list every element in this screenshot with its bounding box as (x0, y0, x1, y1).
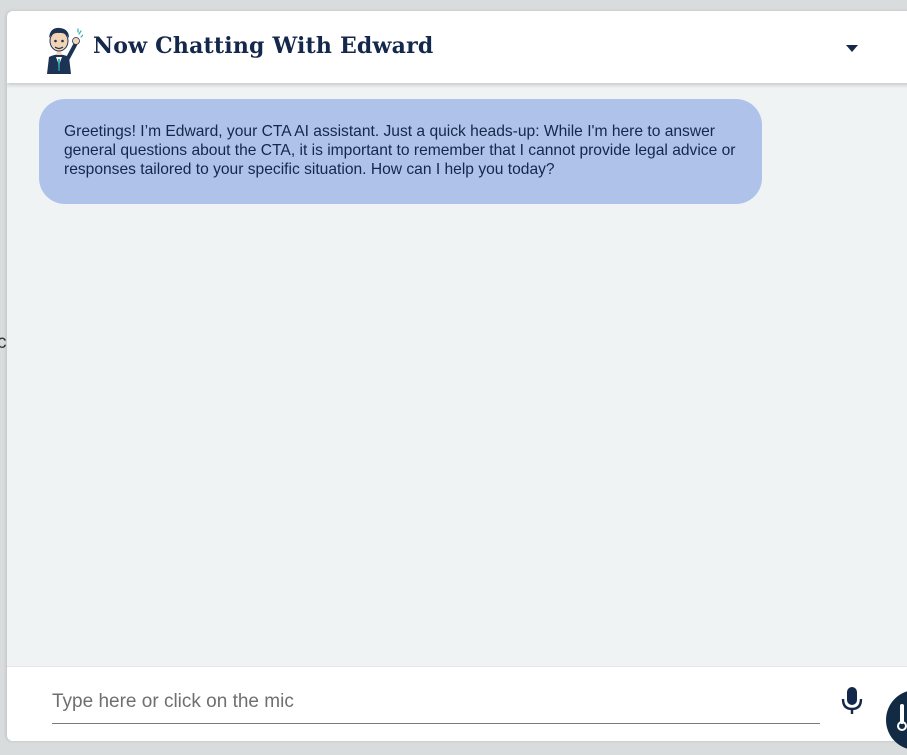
message-input[interactable] (52, 683, 820, 724)
caret-down-icon[interactable] (843, 41, 861, 55)
assistant-message-bubble: Greetings! I’m Edward, your CTA AI assis… (39, 99, 762, 204)
thermometer-icon (897, 704, 907, 731)
background-page-text: c (0, 332, 7, 353)
message-composer (7, 666, 907, 741)
message-list: Greetings! I’m Edward, your CTA AI assis… (7, 83, 907, 667)
chat-title: Now Chatting With Edward (93, 33, 434, 59)
edward-avatar-icon (47, 27, 83, 74)
microphone-icon[interactable] (839, 685, 865, 717)
floating-action-button[interactable] (886, 690, 907, 750)
chat-header: Now Chatting With Edward (7, 11, 907, 83)
chat-window: Now Chatting With Edward Greetings! I’m … (7, 11, 907, 741)
